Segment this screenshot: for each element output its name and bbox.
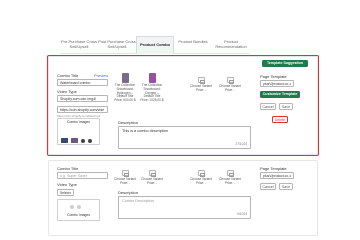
tab-post-purchase[interactable]: Post Purchase Cross Sell/Upsell [98,36,136,54]
chevron-down-icon: ▾ [69,191,71,195]
image-placeholder-icon [197,170,205,177]
description-placeholder: Combo Description [122,199,155,203]
cancel-button[interactable]: Cancel [260,183,276,190]
description-counter: 0/1024 [237,212,247,216]
image-placeholder-icon [148,170,156,177]
combo-images-label: Combo Images [67,213,90,217]
tab-bar: Pre-Purchase Cross Sell/Upsell Post Purc… [60,36,250,54]
description-label: Description [118,190,139,195]
description-textarea[interactable]: Combo Description 0/1024 [118,196,251,219]
tab-product-combo[interactable]: Product Combo [136,36,174,54]
chevron-down-icon: ▾ [289,174,291,178]
product-title: Choose Variant Price: - [219,177,241,185]
product-title: Choose Variant Price: - [141,177,163,185]
product-title: Choose Variant Price: - [190,177,212,185]
page-template-label: Page Template [260,166,287,171]
product-slot[interactable]: Choose Variant Price: - [140,168,164,186]
tab-product-bundles[interactable]: Product Bundles [174,36,212,54]
combo-title-input[interactable]: e.g. Super Saver [57,172,108,179]
combo-title-label: Combo Title [57,166,79,171]
tab-pre-purchase[interactable]: Pre-Purchase Cross Sell/Upsell [60,36,98,54]
product-title: Choose Variant Price: - [114,177,136,185]
selection-highlight [47,55,319,156]
product-slot[interactable]: Choose Variant Price: - [218,168,242,186]
image-placeholder-icon [226,170,234,177]
video-type-value: Select [60,191,70,195]
product-slot[interactable]: Choose Variant Price: - [113,168,137,186]
add-image-icon[interactable] [70,205,74,209]
combo-images-box[interactable]: Combo Images [57,199,100,221]
video-type-label: Video Type [57,182,77,187]
page-template-value: plusV/product.co... [263,174,292,178]
video-type-select[interactable]: Select ▾ [57,189,74,196]
tab-product-recommendation[interactable]: Product Recommendation [212,36,250,54]
save-button[interactable]: Save [279,183,293,190]
product-slot[interactable]: Choose Variant Price: - [189,168,213,186]
image-placeholder-icon [121,170,129,177]
remove-image-icon[interactable] [77,205,81,209]
page-template-select[interactable]: plusV/product.co... ▾ [260,172,294,179]
